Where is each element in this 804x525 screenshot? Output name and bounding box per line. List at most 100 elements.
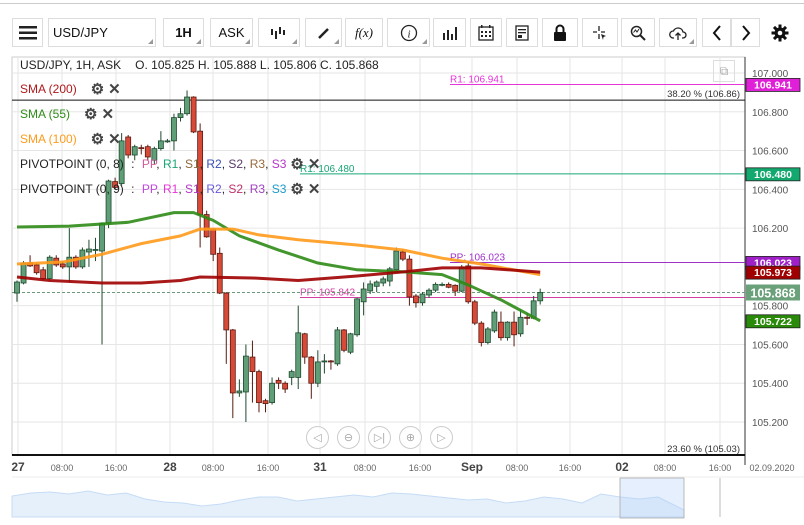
comma: , <box>265 157 272 171</box>
symbol-value: USD/JPY <box>53 25 108 40</box>
crosshair-button[interactable] <box>582 18 618 47</box>
candle-body <box>471 301 478 324</box>
x-tick-label: 16:00 <box>257 463 280 473</box>
candle-body <box>282 382 289 390</box>
symbol-select[interactable]: USD/JPY <box>48 18 156 47</box>
cloud-upload-button[interactable] <box>659 18 697 47</box>
hamburger-icon <box>18 25 37 39</box>
interval-select[interactable]: 1H <box>163 18 204 47</box>
reset-button[interactable]: ▷| <box>368 426 391 449</box>
pivot-level-pp: PP <box>141 157 157 171</box>
candle-body <box>439 283 446 286</box>
comma: , <box>243 157 250 171</box>
indicators-button[interactable]: f(x) <box>345 18 383 47</box>
candle-body <box>458 266 465 292</box>
menu-button[interactable] <box>12 18 43 47</box>
gear-icon[interactable]: ⚙ <box>290 155 303 173</box>
y-tick-label: 106.400 <box>752 185 789 196</box>
candle-body <box>164 140 171 143</box>
x-tick-label: 16:00 <box>709 463 732 473</box>
candle-body <box>171 117 177 142</box>
candle <box>72 255 79 269</box>
plot-area <box>11 56 746 456</box>
chevron-left-icon <box>712 24 721 41</box>
candle-body <box>157 140 164 150</box>
pivot-level-s1: S1 <box>184 182 200 196</box>
date-label: 02.09.2020 <box>749 463 794 473</box>
candle-body <box>262 400 269 404</box>
y-tick-label: 106.600 <box>752 147 789 158</box>
indicator-label: SMA (55) <box>20 107 71 121</box>
candle <box>484 327 491 345</box>
volume-button[interactable] <box>433 18 466 47</box>
x-tick-label: 31 <box>313 460 327 474</box>
candle-body <box>236 390 243 394</box>
lock-icon <box>554 24 566 41</box>
info-button[interactable]: i <box>387 18 430 47</box>
zoom-out-button[interactable]: ⊖ <box>337 426 360 449</box>
zoom-chart-button[interactable] <box>621 18 655 47</box>
candle <box>491 309 498 333</box>
price-tag: 105.722 <box>745 314 801 329</box>
indicator-sma-200: SMA (200) ⚙ ✕ <box>20 80 121 98</box>
candle-body <box>373 281 380 287</box>
x-tick-label: 16:00 <box>559 463 582 473</box>
candle-body <box>328 360 334 363</box>
x-tick-label: 02 <box>615 460 629 474</box>
close-icon[interactable]: ✕ <box>101 105 114 123</box>
draw-button[interactable] <box>305 18 342 47</box>
candle <box>334 327 341 366</box>
zoom-in-button[interactable]: ⊕ <box>399 426 422 449</box>
candle-body <box>14 281 20 294</box>
gear-icon[interactable]: ⚙ <box>290 180 303 198</box>
candle-body <box>360 288 367 303</box>
x-tick-label: 08:00 <box>654 463 677 473</box>
indicator-label: PIVOTPOINT (0, 8) <box>20 157 124 171</box>
pp-105842-label: PP: 105.842 <box>300 288 355 299</box>
gear-icon[interactable]: ⚙ <box>91 80 104 98</box>
settings-button[interactable] <box>765 18 795 47</box>
close-icon[interactable]: ✕ <box>308 180 321 198</box>
zoom-out-icon: ⊖ <box>343 432 354 444</box>
y-tick-label: 105.400 <box>752 379 789 390</box>
scroll-back-button[interactable] <box>702 18 731 47</box>
close-icon[interactable]: ✕ <box>108 130 121 148</box>
scroll-right-button[interactable]: ▷ <box>430 426 453 449</box>
candle-body <box>275 379 282 384</box>
navigator <box>11 477 721 519</box>
fib-38-label: 38.20 % (106.86) <box>667 89 740 100</box>
pivot-level-s2: S2 <box>228 157 244 171</box>
gear-icon[interactable]: ⚙ <box>91 130 104 148</box>
candle-body <box>367 283 374 292</box>
candle-body <box>347 333 354 353</box>
report-button[interactable] <box>506 18 538 47</box>
comma: , <box>178 182 185 196</box>
close-icon[interactable]: ✕ <box>308 155 321 173</box>
candle-body <box>334 329 341 365</box>
scroll-forward-button[interactable] <box>731 18 760 47</box>
candle-body <box>131 146 138 156</box>
navigator-window[interactable] <box>619 477 685 519</box>
expand-button[interactable]: ⧉ <box>713 60 735 82</box>
r1-106941-label: R1: 106.941 <box>450 74 505 85</box>
close-icon[interactable]: ✕ <box>108 80 121 98</box>
lock-button[interactable] <box>542 18 578 47</box>
y-tick-label: 106.800 <box>752 108 789 119</box>
candle-body <box>177 113 184 118</box>
pencil-icon <box>317 27 329 39</box>
calendar-button[interactable] <box>470 18 502 47</box>
candle-body <box>46 256 53 279</box>
price-type-select[interactable]: ASK <box>210 18 253 47</box>
bar-chart-icon <box>442 26 457 40</box>
pivot-level-s3: S3 <box>271 157 287 171</box>
scroll-left-button[interactable]: ◁ <box>306 426 329 449</box>
gear-icon[interactable]: ⚙ <box>84 105 97 123</box>
candle <box>504 321 511 341</box>
candle-body <box>380 278 387 284</box>
pivot-level-r3: R3 <box>249 182 266 196</box>
chart-type-button[interactable] <box>258 18 300 47</box>
candle-body <box>216 252 223 294</box>
candle-body <box>92 249 99 251</box>
candle-body <box>229 329 236 394</box>
price-chart[interactable]: 107.000106.800106.600106.400106.200105.8… <box>0 55 804 525</box>
